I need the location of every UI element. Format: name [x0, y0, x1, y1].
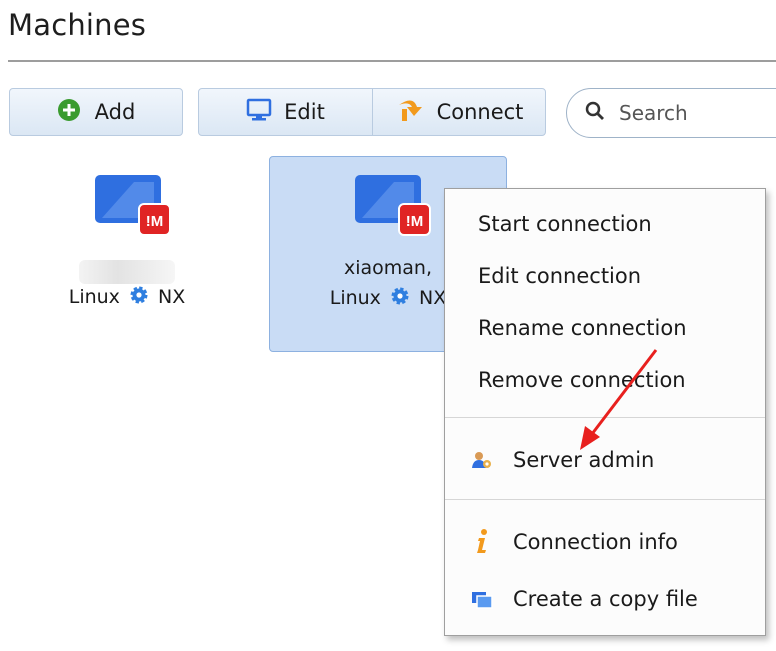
copy-file-icon — [471, 590, 493, 614]
menu-item-label: Edit connection — [478, 264, 642, 288]
menu-item-label: Server admin — [513, 448, 655, 472]
machine-item[interactable]: !M Linux NX — [8, 156, 246, 352]
add-button-label: Add — [94, 100, 136, 124]
machine-os: Linux — [68, 286, 120, 308]
menu-divider — [445, 499, 765, 500]
menu-item-label: Start connection — [478, 212, 652, 236]
svg-text:!M: !M — [406, 213, 424, 230]
monitor-icon — [246, 98, 272, 127]
edit-button[interactable]: Edit — [199, 89, 372, 135]
svg-text:!M: !M — [146, 213, 164, 230]
connect-button-label: Connect — [436, 100, 524, 124]
menu-divider — [445, 417, 765, 418]
machine-os: Linux — [329, 287, 381, 309]
add-button[interactable]: Add — [9, 88, 183, 136]
info-icon — [474, 528, 490, 559]
page-title: Machines — [8, 8, 147, 42]
menu-item-remove-connection[interactable]: Remove connection — [445, 360, 765, 400]
gear-icon — [391, 287, 409, 310]
menu-item-create-copy-file[interactable]: Create a copy file — [445, 579, 765, 619]
menu-item-rename-connection[interactable]: Rename connection — [445, 308, 765, 348]
search-icon — [585, 101, 605, 125]
connect-arrow-icon — [395, 97, 425, 128]
search-box[interactable] — [566, 88, 776, 138]
admin-user-icon — [471, 450, 493, 475]
plus-circle-icon — [57, 98, 81, 127]
menu-item-connection-info[interactable]: Connection info — [445, 522, 765, 562]
menu-item-edit-connection[interactable]: Edit connection — [445, 256, 765, 296]
machine-type: Linux NX — [8, 286, 246, 309]
menu-item-server-admin[interactable]: Server admin — [445, 440, 765, 480]
header-divider — [8, 60, 776, 62]
context-menu: Start connection Edit connection Rename … — [444, 188, 766, 636]
machine-protocol: NX — [158, 286, 186, 308]
nx-machine-icon: !M — [354, 174, 432, 246]
menu-item-label: Rename connection — [478, 316, 687, 340]
menu-item-label: Connection info — [513, 530, 678, 554]
menu-item-start-connection[interactable]: Start connection — [445, 204, 765, 244]
search-input[interactable] — [617, 100, 776, 126]
edit-connect-group: Edit Connect — [198, 88, 546, 136]
edit-button-label: Edit — [284, 100, 325, 124]
gear-icon — [130, 286, 148, 309]
nx-machine-icon: !M — [94, 174, 172, 246]
menu-item-label: Create a copy file — [513, 587, 698, 611]
menu-item-label: Remove connection — [478, 368, 686, 392]
redacted-machine-name — [79, 260, 175, 284]
machine-protocol: NX — [419, 287, 447, 309]
connect-button[interactable]: Connect — [373, 89, 545, 135]
